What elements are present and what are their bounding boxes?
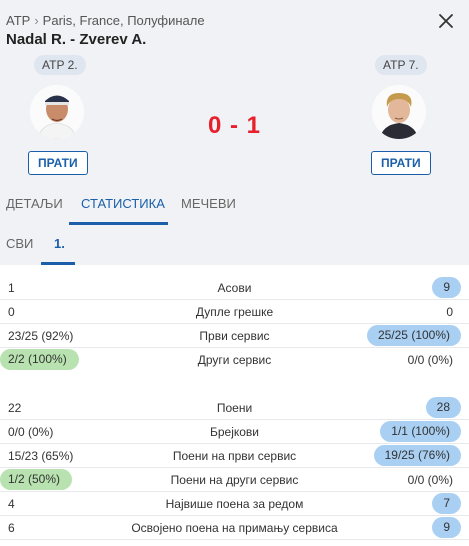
stat-away-value: 7 [432,493,461,514]
breadcrumb-separator: › [34,13,39,28]
stat-row: 6 Освојено поена на примању сервиса 9 [0,516,469,540]
stat-away-value: 0 [446,305,453,319]
close-button[interactable] [434,9,458,33]
subtab-all[interactable]: СВИ [6,225,36,265]
stat-row: 0/0 (0%) Брејкови 1/1 (100%) [0,420,469,444]
stat-label: Дупле грешке [195,305,274,319]
stat-label: Други сервис [197,353,272,367]
tab-details[interactable]: ДЕТАЉИ [6,190,63,225]
stat-label: Поени [216,401,253,415]
stat-label: Највише поена за редом [165,497,304,511]
stat-away-value: 9 [432,277,461,298]
home-follow-button[interactable]: ПРАТИ [28,151,88,175]
tab-matches[interactable]: МЕЧЕВИ [181,190,236,225]
match-score: 0 - 1 [207,112,262,139]
stat-row: 23/25 (92%) Први сервис 25/25 (100%) [0,324,469,348]
tab-statistics[interactable]: СТАТИСТИКА [69,190,168,225]
subtab-set-1[interactable]: 1. [41,225,75,265]
stat-row: 0 Дупле грешке 0 [0,300,469,324]
active-subtab-indicator [41,262,75,265]
breadcrumb-event[interactable]: Paris, France, Полуфинале [43,13,205,28]
stat-row: 22 Поени 28 [0,396,469,420]
away-rank-badge: ATP 7. [375,55,427,75]
stat-away-value: 0/0 (0%) [407,473,453,487]
stat-away-value: 28 [425,397,461,418]
stat-away-value: 0/0 (0%) [407,353,453,367]
tab-label: ДЕТАЉИ [6,196,63,211]
stat-row: 1/2 (50%) Поени на други сервис 0/0 (0%) [0,468,469,492]
stat-label: Поени на други сервис [170,473,299,487]
stat-row: 4 Највише поена за редом 7 [0,492,469,516]
stat-away-value: 9 [432,517,461,538]
subtab-label: СВИ [6,236,34,251]
stat-away-value: 19/25 (76%) [373,445,461,466]
stat-away-value: 25/25 (100%) [366,325,461,346]
stat-row: 15/23 (65%) Поени на први сервис 19/25 (… [0,444,469,468]
match-header: ATP › Paris, France, Полуфинале Nadal R. -… [0,0,469,190]
close-icon [439,14,453,28]
breadcrumb: ATP › Paris, France, Полуфинале [6,13,205,28]
tab-label: МЕЧЕВИ [181,196,236,211]
stat-row: 2/2 (100%) Други сервис 0/0 (0%) [0,348,469,372]
stat-row: 1 Асови 9 [0,276,469,300]
row-divider [0,539,469,540]
stat-label: Асови [217,281,252,295]
stat-label: Освојено поена на примању сервиса [131,521,338,535]
home-rank-badge: ATP 2. [34,55,86,75]
breadcrumb-sport[interactable]: ATP [6,13,30,28]
match-title: Nadal R. - Zverev A. [6,31,147,48]
subtab-label: 1. [54,236,65,251]
period-tabs: СВИ 1. [0,225,469,265]
away-follow-button[interactable]: ПРАТИ [371,151,431,175]
tab-label: СТАТИСТИКА [81,196,165,211]
match-tabs: ДЕТАЉИ СТАТИСТИКА МЕЧЕВИ [0,190,469,225]
stat-away-value: 1/1 (100%) [380,421,461,442]
